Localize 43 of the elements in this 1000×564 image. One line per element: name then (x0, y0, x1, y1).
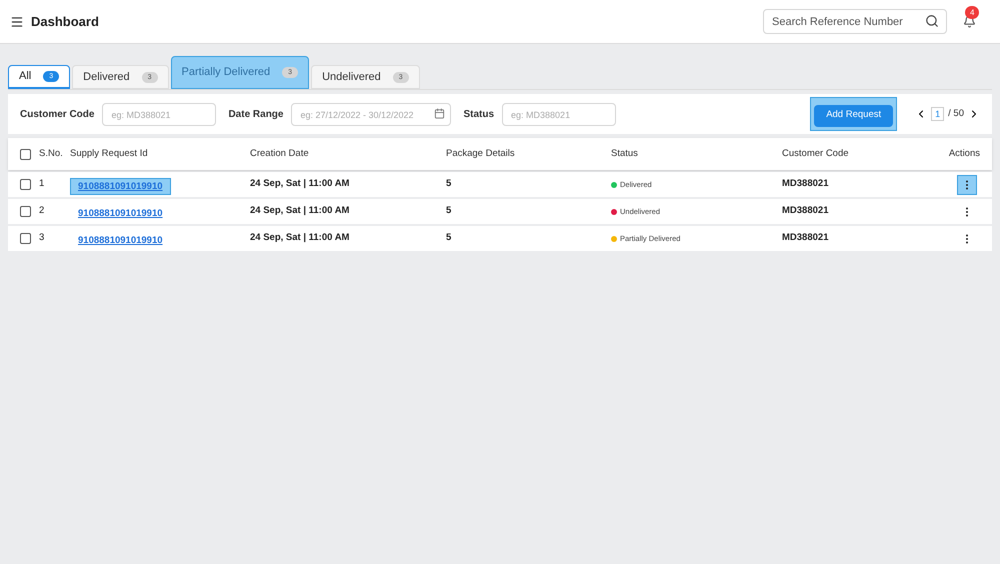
calendar-icon[interactable] (434, 108, 446, 119)
filter-label: Date Range (228, 108, 284, 122)
column-header: Supply Request Id (70, 146, 149, 161)
filter-label: Customer Code (20, 108, 94, 122)
filter-field[interactable]: eg: 27/12/2022 - 30/12/2022 (291, 103, 452, 126)
request-id-link[interactable]: 9108881091019910 (70, 232, 171, 248)
add-request-button[interactable]: Add Request (814, 104, 894, 127)
column-header: Package Details (446, 146, 516, 161)
column-header: Status (611, 146, 639, 161)
column-header: S.No. (39, 146, 63, 161)
table-cell-text: MD388021 (782, 177, 830, 192)
filter-field[interactable]: eg: MD388021 (502, 103, 616, 126)
filter-field[interactable]: eg: MD388021 (102, 103, 216, 126)
checkbox[interactable] (20, 148, 31, 160)
table-cell-text: 24 Sep, Sat | 11:00 AM (250, 231, 350, 246)
page-total: / 50 (948, 106, 964, 121)
table-cell-text: 24 Sep, Sat | 11:00 AM (250, 204, 350, 218)
table-cell-text: 1 (39, 177, 44, 192)
notification-badge: 4 (965, 6, 980, 19)
table-cell-text: 3 (39, 231, 44, 246)
checkbox[interactable] (20, 206, 31, 217)
checkbox[interactable] (20, 233, 31, 244)
page-number-field[interactable]: 1 (931, 107, 944, 121)
table-cell-text: 24 Sep, Sat | 11:00 AM (250, 177, 350, 192)
table-cell-text: MD388021 (782, 231, 830, 246)
search-icon[interactable] (925, 14, 939, 28)
table-cell-text: 5 (446, 177, 452, 192)
request-id-link[interactable]: 9108881091019910 (70, 178, 171, 194)
page-title: Dashboard (31, 12, 99, 31)
column-header: Actions (948, 146, 980, 161)
table-cell-text: 2 (39, 204, 44, 218)
request-id-link[interactable]: 9108881091019910 (70, 204, 171, 222)
filter-label: Status (463, 108, 494, 122)
table-cell-text: 5 (446, 231, 452, 246)
table-cell-text: MD388021 (782, 204, 830, 218)
column-header: Customer Code (782, 146, 850, 161)
search-field[interactable]: Search Reference Number (763, 9, 947, 34)
more-actions-button[interactable] (957, 174, 977, 194)
table-cell-text: 5 (446, 204, 452, 218)
notification-bell-icon[interactable] (963, 15, 976, 28)
checkbox[interactable] (20, 179, 31, 190)
menu-icon[interactable] (10, 14, 24, 28)
column-header: Creation Date (250, 146, 310, 161)
